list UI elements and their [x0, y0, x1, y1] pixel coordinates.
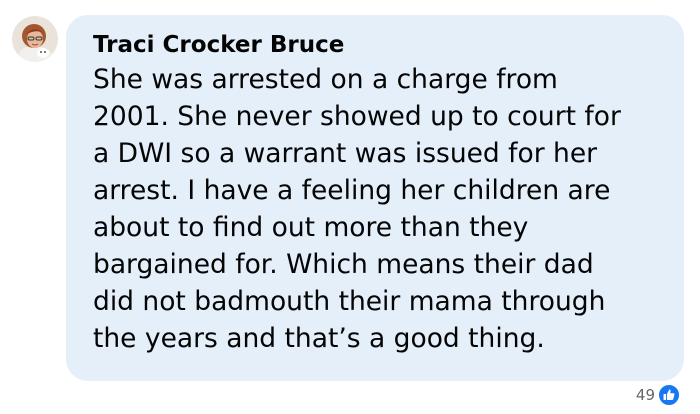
- comment-line: bargained for. Which means their dad: [93, 249, 594, 280]
- comment-line: a DWI so a warrant was issued for her: [93, 138, 598, 169]
- like-icon: [658, 384, 680, 406]
- comment-line: arrest. I have a feeling her children ar…: [93, 175, 611, 206]
- reaction-count: 49: [635, 386, 655, 404]
- comment-line: did not badmouth their mama through: [93, 286, 606, 317]
- comment-text: She was arrested on a charge from 2001. …: [93, 61, 678, 357]
- reaction-summary[interactable]: 49: [636, 383, 680, 407]
- comment-bubble: Traci Crocker Bruce She was arrested on …: [66, 15, 684, 381]
- comment-line: 2001. She never showed up to court for: [93, 101, 621, 132]
- avatar[interactable]: [12, 16, 58, 62]
- comment-view: Traci Crocker Bruce She was arrested on …: [0, 0, 700, 414]
- comment-author[interactable]: Traci Crocker Bruce: [93, 32, 344, 58]
- comment-line: about to find out more than they: [93, 212, 529, 243]
- comment-line: She was arrested on a charge from: [93, 64, 558, 95]
- profile-photo: [12, 16, 58, 62]
- comment-line: the years and that’s a good thing.: [93, 323, 545, 354]
